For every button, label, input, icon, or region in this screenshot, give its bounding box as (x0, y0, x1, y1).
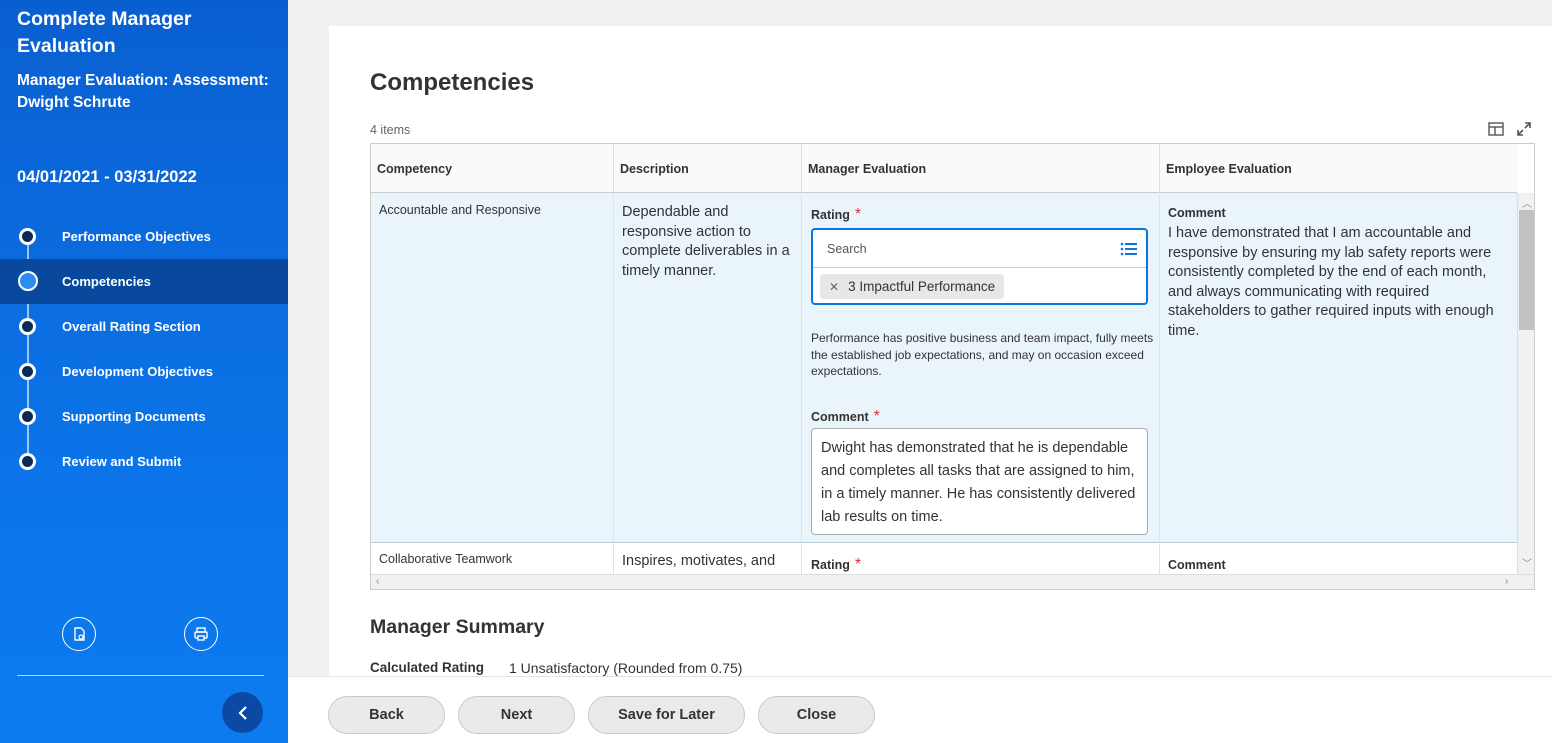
step-label: Supporting Documents (62, 409, 206, 424)
column-header-competency[interactable]: Competency (371, 144, 614, 193)
competency-description: Inspires, motivates, and (614, 544, 802, 574)
scroll-down-icon[interactable]: ﹀ (1522, 555, 1532, 570)
step-label: Development Objectives (62, 364, 213, 379)
rating-search-input[interactable]: Search (813, 230, 1146, 268)
vertical-scrollbar[interactable]: ︿ ﹀ (1517, 193, 1534, 574)
action-bar: Back Next Save for Later Close (288, 676, 1552, 743)
step-supporting-documents[interactable]: Supporting Documents (0, 394, 288, 439)
rating-select[interactable]: Search ✕ 3 Impactful Performance (811, 228, 1148, 305)
scroll-up-icon[interactable]: ︿ (1522, 195, 1532, 210)
task-subtitle: Manager Evaluation: Assessment: Dwight S… (17, 72, 269, 111)
manager-evaluation-cell: Rating * (802, 544, 1160, 574)
horizontal-scrollbar[interactable]: ‹ › (371, 574, 1534, 589)
competency-description: Dependable and responsive action to comp… (614, 193, 802, 542)
manager-comment-textarea[interactable]: Dwight has demonstrated that he is depen… (811, 428, 1148, 535)
step-competencies[interactable]: Competencies (0, 259, 288, 304)
next-button[interactable]: Next (458, 696, 575, 734)
employee-evaluation-cell: Comment (1160, 544, 1517, 574)
column-header-manager-evaluation[interactable]: Manager Evaluation (802, 144, 1160, 193)
print-icon[interactable] (184, 617, 218, 651)
required-mark: * (873, 408, 880, 425)
save-for-later-button[interactable]: Save for Later (588, 696, 745, 734)
table-row: Accountable and Responsive Dependable an… (371, 193, 1517, 543)
sidebar: Complete Manager Evaluation Manager Eval… (0, 0, 288, 743)
document-icon[interactable] (62, 617, 96, 651)
chevron-left-icon (237, 705, 247, 720)
calculated-rating-value: 1 Unsatisfactory (Rounded from 0.75) (509, 660, 743, 676)
step-navigation: Performance Objectives Competencies Over… (0, 214, 288, 484)
competencies-grid: Competency Description Manager Evaluatio… (370, 143, 1535, 590)
selected-rating-pill[interactable]: ✕ 3 Impactful Performance (820, 274, 1005, 299)
column-header-employee-evaluation[interactable]: Employee Evaluation (1160, 144, 1517, 193)
step-indicator-icon (19, 408, 36, 425)
column-header-description[interactable]: Description (614, 144, 802, 193)
step-indicator-icon (19, 363, 36, 380)
list-icon[interactable] (1120, 241, 1138, 257)
step-indicator-icon (19, 318, 36, 335)
employee-comment-label: Comment (1168, 206, 1226, 220)
competency-name: Accountable and Responsive (371, 193, 614, 542)
comment-label: Comment * (811, 408, 880, 425)
step-indicator-icon (19, 453, 36, 470)
competency-name: Collaborative Teamwork (371, 544, 614, 574)
rating-description: Performance has positive business and te… (811, 331, 1154, 378)
back-button[interactable]: Back (328, 696, 445, 734)
remove-icon[interactable]: ✕ (829, 280, 839, 294)
scrollbar-thumb[interactable] (1519, 210, 1534, 330)
rating-label: Rating * (811, 206, 862, 223)
step-label: Review and Submit (62, 454, 182, 469)
step-label: Performance Objectives (62, 229, 211, 244)
scroll-right-icon[interactable]: › (1505, 576, 1508, 587)
step-label: Competencies (62, 274, 151, 289)
selected-rating-label: 3 Impactful Performance (848, 279, 996, 294)
step-label: Overall Rating Section (62, 319, 201, 334)
table-row: Collaborative Teamwork Inspires, motivat… (371, 544, 1517, 574)
table-layout-icon[interactable] (1487, 120, 1505, 138)
grid-header: Competency Description Manager Evaluatio… (371, 144, 1517, 193)
manager-summary-heading: Manager Summary (370, 616, 545, 638)
employee-comment: I have demonstrated that I am accountabl… (1168, 225, 1494, 339)
page-title: Competencies (370, 69, 535, 96)
employee-evaluation-cell: Comment I have demonstrated that I am ac… (1160, 193, 1517, 542)
main-content: Competencies 4 items Competency Descript… (329, 26, 1552, 686)
table-toolbar (1487, 120, 1533, 138)
items-count: 4 items (370, 123, 411, 137)
task-title: Complete Manager Evaluation (17, 8, 192, 57)
step-overall-rating-section[interactable]: Overall Rating Section (0, 304, 288, 349)
employee-comment-label: Comment (1168, 558, 1226, 572)
manager-evaluation-cell: Rating * Search ✕ 3 Impactful Performance (802, 193, 1160, 542)
calculated-rating-label: Calculated Rating (370, 660, 485, 675)
required-mark: * (854, 556, 862, 573)
review-period: 04/01/2021 - 03/31/2022 (17, 168, 197, 186)
step-indicator-icon (18, 271, 38, 291)
required-mark: * (854, 206, 862, 223)
step-review-and-submit[interactable]: Review and Submit (0, 439, 288, 484)
close-button[interactable]: Close (758, 696, 875, 734)
step-performance-objectives[interactable]: Performance Objectives (0, 214, 288, 259)
step-indicator-icon (19, 228, 36, 245)
collapse-sidebar-button[interactable] (222, 692, 263, 733)
rating-label: Rating (811, 558, 850, 572)
expand-icon[interactable] (1515, 120, 1533, 138)
sidebar-divider (17, 675, 264, 676)
scroll-left-icon[interactable]: ‹ (376, 576, 379, 587)
step-development-objectives[interactable]: Development Objectives (0, 349, 288, 394)
